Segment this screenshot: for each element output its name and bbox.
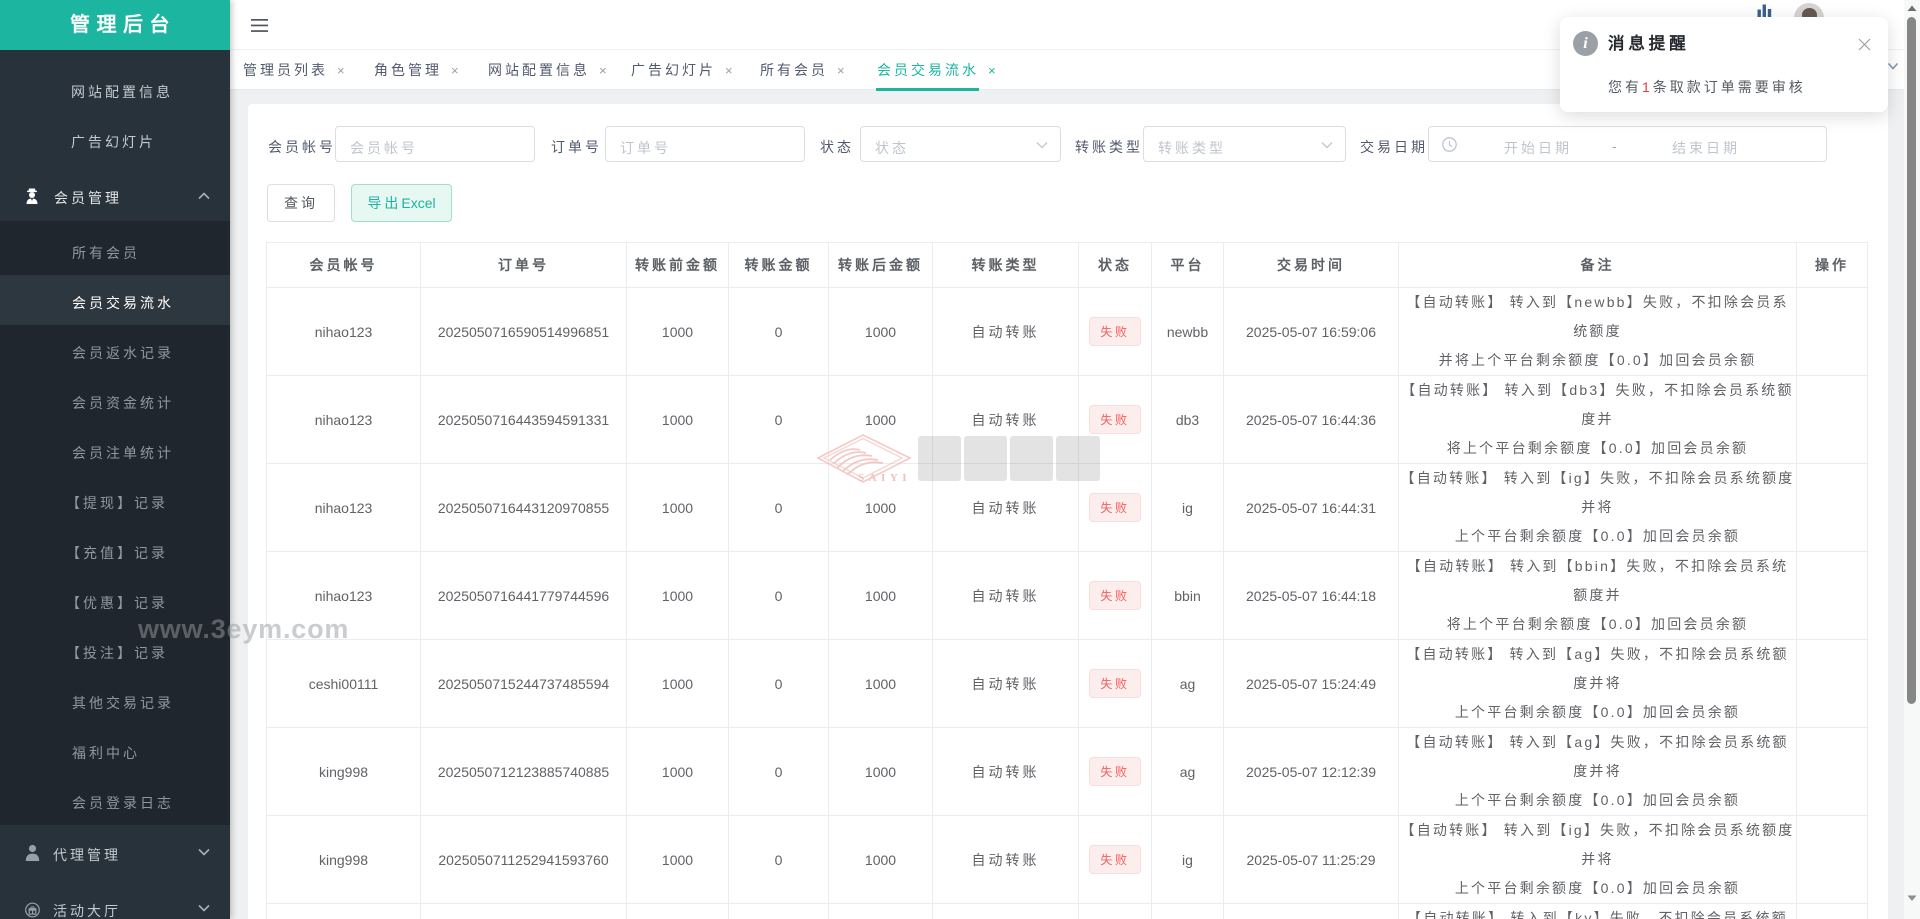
svg-text:SAIYI: SAIYI (858, 472, 911, 484)
